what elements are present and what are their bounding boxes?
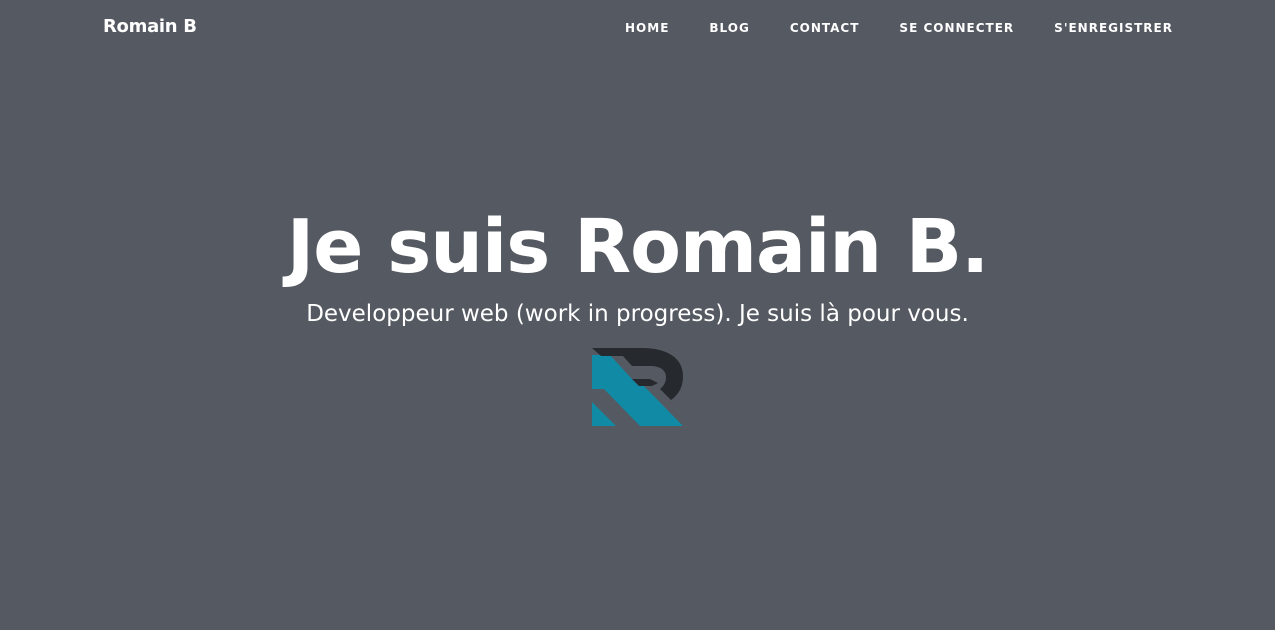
nav-login-link[interactable]: SE CONNECTER: [899, 20, 1014, 36]
nav-blog-link[interactable]: BLOG: [709, 20, 749, 36]
hero-subtitle: Developpeur web (work in progress). Je s…: [306, 301, 969, 327]
nav-register-link[interactable]: S'ENREGISTRER: [1054, 20, 1173, 36]
logo-teal-leg: [592, 402, 616, 426]
top-navigation-bar: Romain B HOME BLOG CONTACT SE CONNECTER …: [0, 0, 1275, 56]
r-monogram-icon: [592, 348, 683, 426]
nav-contact-link[interactable]: CONTACT: [790, 20, 860, 36]
hero-title: Je suis Romain B.: [286, 204, 990, 290]
main-nav: HOME BLOG CONTACT SE CONNECTER S'ENREGIS…: [585, 20, 1173, 36]
hero-section: Je suis Romain B. Developpeur web (work …: [0, 195, 1275, 331]
nav-home-link[interactable]: HOME: [625, 20, 669, 36]
brand-link[interactable]: Romain B: [103, 15, 197, 39]
